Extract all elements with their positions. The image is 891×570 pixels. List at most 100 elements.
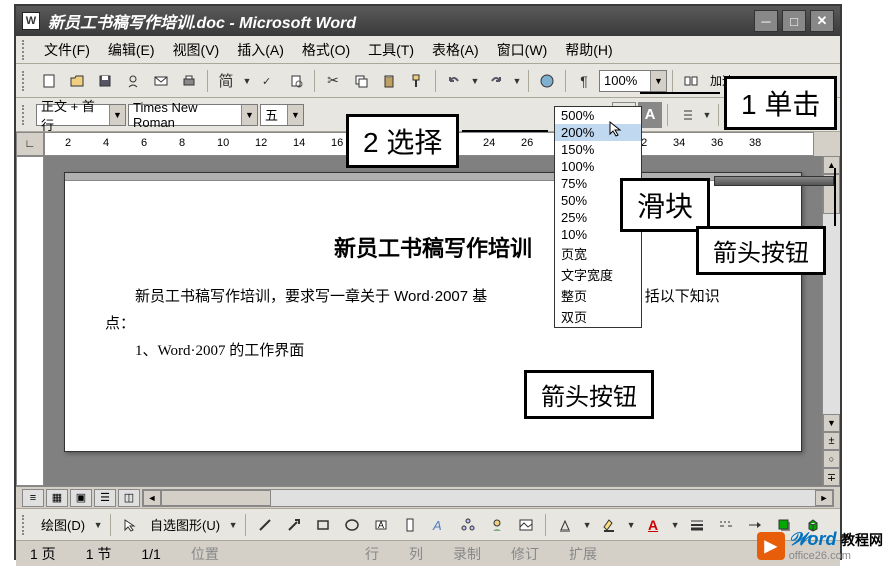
doc-paragraph-2[interactable]: 点： <box>105 311 761 338</box>
status-section[interactable]: 1 节 <box>80 544 118 564</box>
scroll-left-button[interactable]: ◄ <box>143 490 161 506</box>
style-dropdown-arrow[interactable]: ▼ <box>109 105 125 125</box>
draw-menu[interactable]: 绘图(D) <box>37 515 89 534</box>
status-page[interactable]: 1 页 <box>24 544 62 564</box>
clipart-button[interactable] <box>484 512 510 538</box>
redo-dropdown[interactable]: ▼ <box>511 68 523 94</box>
line-style-button[interactable] <box>684 512 710 538</box>
scroll-up-button[interactable]: ▲ <box>823 156 840 174</box>
select-objects-button[interactable] <box>117 512 143 538</box>
menu-window[interactable]: 窗口(W) <box>489 38 556 62</box>
doc-title[interactable]: 新员工书稿写作培训 <box>105 231 761 263</box>
menubar-grip[interactable] <box>22 40 30 60</box>
menu-edit[interactable]: 编辑(E) <box>100 38 163 62</box>
status-record[interactable]: 录制 <box>447 544 487 564</box>
outline-view-button[interactable]: ☰ <box>94 489 116 507</box>
scroll-down-button[interactable]: ▼ <box>823 414 840 432</box>
redo-button[interactable] <box>483 68 509 94</box>
minimize-button[interactable]: ─ <box>754 10 778 32</box>
zoom-option[interactable]: 150% <box>555 141 641 158</box>
doc-paragraph-1[interactable]: 新员工书稿写作培训，要求写一章关于 Word·2007 基 括以下知识 <box>105 283 761 311</box>
permission-button[interactable] <box>120 68 146 94</box>
mail-button[interactable] <box>148 68 174 94</box>
vertical-ruler[interactable] <box>16 156 44 486</box>
spellcheck-button[interactable]: ✓ <box>255 68 281 94</box>
rectangle-tool-button[interactable] <box>310 512 336 538</box>
vertical-scrollbar[interactable]: ▲ ▼ ± ○ ∓ <box>822 156 840 486</box>
fill-color-button[interactable] <box>552 512 578 538</box>
toolbar-grip-2[interactable] <box>22 105 30 125</box>
style-combo[interactable]: 正文 + 首行 ▼ <box>36 104 126 126</box>
paragraph-mark-button[interactable]: ¶ <box>571 68 597 94</box>
vertical-textbox-button[interactable] <box>397 512 423 538</box>
tab-selector[interactable]: ∟ <box>16 132 44 156</box>
zoom-combo[interactable]: 100% ▼ <box>599 70 667 92</box>
line-color-button[interactable] <box>596 512 622 538</box>
font-combo[interactable]: Times New Roman ▼ <box>128 104 258 126</box>
menu-view[interactable]: 视图(V) <box>165 38 228 62</box>
fontsize-combo[interactable]: 五 ▼ <box>260 104 304 126</box>
insert-picture-button[interactable] <box>513 512 539 538</box>
zoom-option[interactable]: 200% <box>555 124 641 141</box>
undo-dropdown[interactable]: ▼ <box>469 68 481 94</box>
close-button[interactable]: ✕ <box>810 10 834 32</box>
status-line[interactable]: 行 <box>359 544 385 564</box>
fontsize-dropdown-arrow[interactable]: ▼ <box>287 105 303 125</box>
textbox-tool-button[interactable]: A <box>368 512 394 538</box>
chinese-dropdown[interactable]: ▼ <box>241 68 253 94</box>
next-page-button[interactable]: ∓ <box>823 468 840 486</box>
status-revise[interactable]: 修订 <box>505 544 545 564</box>
web-view-button[interactable]: ▦ <box>46 489 68 507</box>
line-tool-button[interactable] <box>252 512 278 538</box>
chinese-convert-button[interactable]: 简 <box>213 68 239 94</box>
new-doc-button[interactable] <box>36 68 62 94</box>
paste-button[interactable] <box>376 68 402 94</box>
draw-menu-dropdown[interactable]: ▼ <box>92 512 104 538</box>
menu-format[interactable]: 格式(O) <box>294 38 358 62</box>
menu-table[interactable]: 表格(A) <box>424 38 487 62</box>
menu-insert[interactable]: 插入(A) <box>229 38 292 62</box>
print-view-button[interactable]: ▣ <box>70 489 92 507</box>
zoom-option[interactable]: 双页 <box>555 306 641 327</box>
hscroll-thumb[interactable] <box>161 490 271 506</box>
drawbar-grip[interactable] <box>22 515 30 535</box>
status-extend[interactable]: 扩展 <box>563 544 603 564</box>
font-color-button-2[interactable]: A <box>640 512 666 538</box>
browse-object-button[interactable]: ○ <box>823 450 840 468</box>
menu-tools[interactable]: 工具(T) <box>360 38 422 62</box>
print-button[interactable] <box>176 68 202 94</box>
cut-button[interactable]: ✂ <box>320 68 346 94</box>
numbering-button[interactable] <box>673 102 699 128</box>
copy-button[interactable] <box>348 68 374 94</box>
scroll-right-button[interactable]: ► <box>815 490 833 506</box>
undo-button[interactable] <box>441 68 467 94</box>
status-column[interactable]: 列 <box>403 544 429 564</box>
status-pages[interactable]: 1/1 <box>135 546 166 562</box>
font-color-dropdown-2[interactable]: ▼ <box>669 512 681 538</box>
fill-color-dropdown[interactable]: ▼ <box>581 512 593 538</box>
line-color-dropdown[interactable]: ▼ <box>625 512 637 538</box>
research-button[interactable] <box>283 68 309 94</box>
zoom-option[interactable]: 整页 <box>555 285 641 306</box>
dash-style-button[interactable] <box>713 512 739 538</box>
open-button[interactable] <box>64 68 90 94</box>
toolbar-grip[interactable] <box>22 71 30 91</box>
doc-paragraph-3[interactable]: 1、Word·2007 的工作界面 <box>105 338 761 365</box>
read-mode-button[interactable] <box>678 68 704 94</box>
scroll-track[interactable] <box>823 174 840 414</box>
zoom-option[interactable]: 500% <box>555 107 641 124</box>
zoom-dropdown-arrow[interactable]: ▼ <box>650 71 666 91</box>
horizontal-scrollbar[interactable]: ◄ ► <box>142 489 834 507</box>
arrow-tool-button[interactable] <box>281 512 307 538</box>
autoshapes-menu[interactable]: 自选图形(U) <box>146 515 224 534</box>
reading-view-button[interactable]: ◫ <box>118 489 140 507</box>
zoom-option[interactable]: 文字宽度 <box>555 264 641 285</box>
diagram-button[interactable] <box>455 512 481 538</box>
format-painter-button[interactable] <box>404 68 430 94</box>
menu-file[interactable]: 文件(F) <box>36 38 98 62</box>
maximize-button[interactable]: □ <box>782 10 806 32</box>
save-button[interactable] <box>92 68 118 94</box>
previous-page-button[interactable]: ± <box>823 432 840 450</box>
oval-tool-button[interactable] <box>339 512 365 538</box>
font-dropdown-arrow[interactable]: ▼ <box>241 105 257 125</box>
